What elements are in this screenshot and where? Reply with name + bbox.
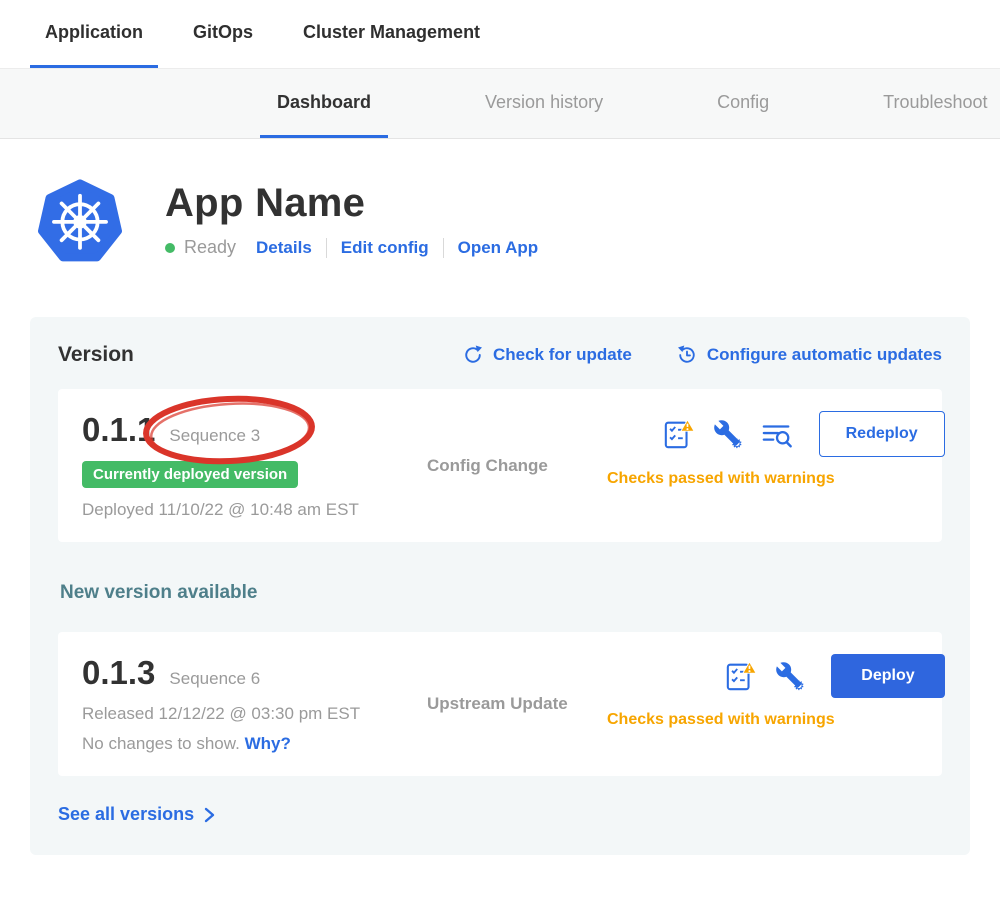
current-version-number: 0.1.1: [82, 411, 155, 449]
current-change-type: Config Change: [427, 456, 607, 476]
tab-application[interactable]: Application: [30, 0, 158, 68]
config-wrench-gear-icon[interactable]: ⚙: [775, 661, 805, 691]
available-version-info: 0.1.3 Sequence 6 Released 12/12/22 @ 03:…: [82, 654, 427, 754]
tab-version-history[interactable]: Version history: [468, 69, 620, 138]
released-timestamp: Released 12/12/22 @ 03:30 pm EST: [82, 704, 427, 724]
new-version-heading: New version available: [60, 582, 942, 604]
check-for-update-label: Check for update: [493, 345, 632, 365]
app-title: App Name: [165, 181, 538, 225]
available-version-number: 0.1.3: [82, 654, 155, 692]
deployed-timestamp: Deployed 11/10/22 @ 10:48 am EST: [82, 500, 427, 520]
version-section-header: Version Check for update Configure autom…: [58, 343, 942, 367]
no-changes-text: No changes to show.: [82, 734, 240, 753]
why-link[interactable]: Why?: [245, 734, 291, 753]
version-actions: Check for update Configure automatic upd…: [462, 344, 942, 366]
primary-nav: Application GitOps Cluster Management: [0, 0, 1000, 69]
available-change-type: Upstream Update: [427, 694, 607, 714]
refresh-icon: [462, 344, 484, 366]
current-version-sequence: Sequence 3: [169, 426, 260, 446]
version-section: Version Check for update Configure autom…: [30, 317, 970, 855]
tab-config[interactable]: Config: [700, 69, 786, 138]
edit-config-link[interactable]: Edit config: [341, 238, 429, 258]
deploy-button[interactable]: Deploy: [831, 654, 944, 698]
current-version-info: 0.1.1 Sequence 3 Currently deployed vers…: [82, 411, 427, 520]
tab-cluster-management[interactable]: Cluster Management: [288, 0, 495, 68]
open-app-link[interactable]: Open App: [458, 238, 539, 258]
current-check-icons: ⚙: [663, 418, 793, 450]
app-header: App Name Ready Details Edit config Open …: [0, 139, 1000, 263]
current-version-card: 0.1.1 Sequence 3 Currently deployed vers…: [58, 389, 942, 542]
svg-text:⚙: ⚙: [793, 678, 805, 691]
details-link[interactable]: Details: [256, 238, 312, 258]
available-version-card: 0.1.3 Sequence 6 Released 12/12/22 @ 03:…: [58, 632, 942, 776]
status-dot: [165, 243, 175, 253]
app-status-row: Ready Details Edit config Open App: [165, 237, 538, 258]
available-check-icons: ⚙: [725, 660, 805, 692]
configure-automatic-updates-link[interactable]: Configure automatic updates: [676, 344, 942, 366]
svg-text:⚙: ⚙: [731, 436, 743, 449]
app-nav: Dashboard Version history Config Trouble…: [0, 69, 1000, 139]
tab-dashboard[interactable]: Dashboard: [260, 69, 388, 138]
separator: [443, 238, 444, 258]
separator: [326, 238, 327, 258]
available-version-sequence: Sequence 6: [169, 669, 260, 689]
chevron-right-icon: [199, 805, 219, 825]
check-for-update-link[interactable]: Check for update: [462, 344, 632, 366]
config-wrench-gear-icon[interactable]: ⚙: [713, 419, 743, 449]
kubernetes-logo-icon: [38, 179, 122, 263]
currently-deployed-badge: Currently deployed version: [82, 461, 298, 488]
auto-update-clock-icon: [676, 344, 698, 366]
redeploy-button[interactable]: Redeploy: [819, 411, 945, 457]
see-all-versions-label: See all versions: [58, 804, 194, 825]
preflight-checks-warning-icon[interactable]: [663, 418, 695, 450]
configure-automatic-updates-label: Configure automatic updates: [707, 345, 942, 365]
app-status: Ready: [184, 237, 236, 258]
tab-troubleshoot[interactable]: Troubleshoot: [866, 69, 1000, 138]
preflight-checks-warning-icon[interactable]: [725, 660, 757, 692]
release-diff-magnifier-icon[interactable]: [761, 418, 793, 450]
see-all-versions-link[interactable]: See all versions: [58, 804, 219, 825]
version-section-title: Version: [58, 343, 134, 367]
current-checks-status: Checks passed with warnings: [607, 470, 835, 488]
tab-gitops[interactable]: GitOps: [178, 0, 268, 68]
available-checks-status: Checks passed with warnings: [607, 711, 835, 729]
